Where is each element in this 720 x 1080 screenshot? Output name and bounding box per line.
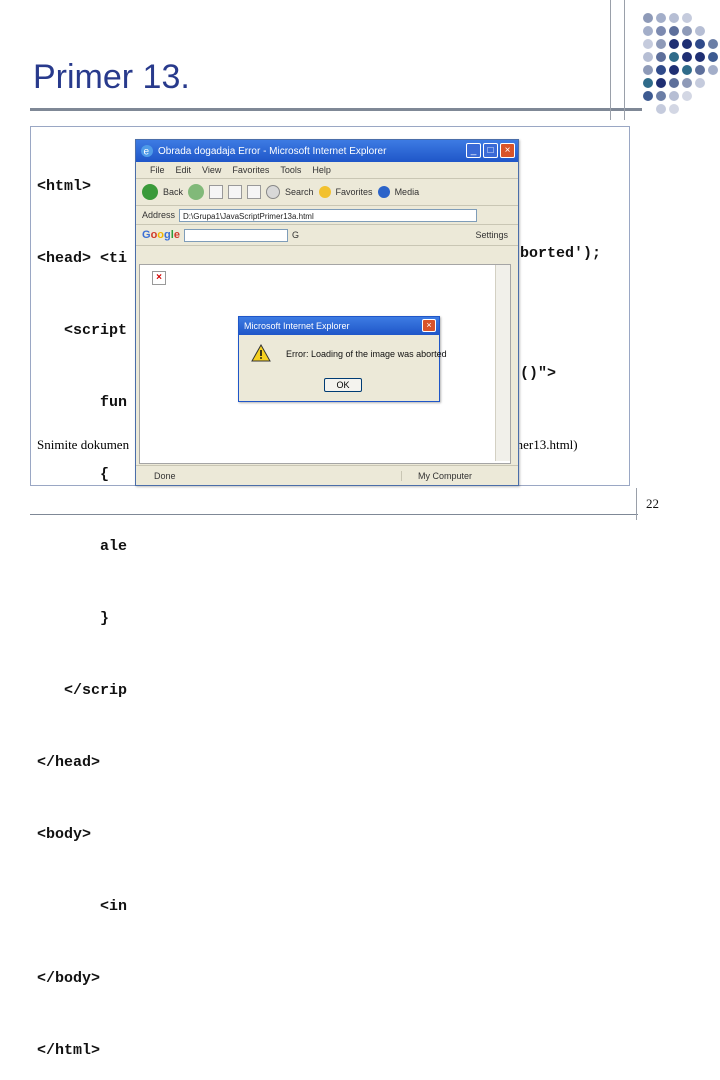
code-line: <head> <ti xyxy=(37,250,128,267)
alert-close-button[interactable]: × xyxy=(422,319,436,332)
menu-tools[interactable]: Tools xyxy=(280,165,301,175)
close-button[interactable]: × xyxy=(500,143,515,158)
google-go-button[interactable]: G xyxy=(292,230,299,240)
address-bar: Address D:\Grupa1\JavaScriptPrimer13a.ht… xyxy=(136,206,518,225)
ok-button[interactable]: OK xyxy=(324,378,362,392)
code-line: </head> xyxy=(37,754,101,771)
footer-vline xyxy=(636,488,637,520)
forward-arrow-icon[interactable] xyxy=(188,184,205,200)
stop-icon[interactable] xyxy=(209,185,224,199)
google-search-input[interactable] xyxy=(183,228,288,242)
code-line: <html> xyxy=(37,178,92,195)
back-button-label[interactable]: Back xyxy=(163,187,183,197)
title-underline xyxy=(30,108,642,111)
media-icon[interactable] xyxy=(377,186,390,198)
decor-vline-1 xyxy=(610,0,611,120)
alert-title: Microsoft Internet Explorer xyxy=(244,321,350,331)
home-icon[interactable] xyxy=(247,185,262,199)
decor-vline-2 xyxy=(624,0,625,120)
alert-dialog: Microsoft Internet Explorer × Error: Loa… xyxy=(238,316,447,402)
menu-help[interactable]: Help xyxy=(312,165,331,175)
code-line: </body> xyxy=(37,970,101,987)
code-img-fragment: ()"> xyxy=(520,365,557,382)
page-number: 22 xyxy=(646,496,659,511)
svg-text:e: e xyxy=(144,147,150,158)
address-input[interactable]: D:\Grupa1\JavaScriptPrimer13a.html xyxy=(179,208,478,222)
code-line: { xyxy=(37,466,110,483)
code-line: </html> xyxy=(37,1042,101,1059)
menu-bar: File Edit View Favorites Tools Help xyxy=(136,162,518,179)
code-line: </scrip xyxy=(37,682,128,699)
warning-icon xyxy=(251,344,271,362)
menu-favorites[interactable]: Favorites xyxy=(232,165,269,175)
decor-dot-grid xyxy=(640,12,720,122)
google-logo: Google xyxy=(142,229,180,241)
code-listing: <html> <head> <ti <script fun { ale } </… xyxy=(37,127,127,1080)
status-bar: Done My Computer xyxy=(136,465,518,485)
alert-message: Error: Loading of the image was aborted xyxy=(286,349,447,359)
caption-left: Snimite dokumen xyxy=(37,437,130,452)
menu-edit[interactable]: Edit xyxy=(176,165,192,175)
ie-titlebar: e Obrada dogadaja Error - Microsoft Inte… xyxy=(136,140,518,162)
address-label: Address xyxy=(142,210,176,220)
code-line: } xyxy=(37,610,110,627)
code-line: <in xyxy=(37,898,128,915)
code-line: <script xyxy=(37,322,128,339)
favorites-button-label[interactable]: Favorites xyxy=(336,187,373,197)
menu-view[interactable]: View xyxy=(202,165,221,175)
ie-window-title: Obrada dogadaja Error - Microsoft Intern… xyxy=(158,145,387,157)
code-alert-fragment: borted'); xyxy=(520,245,602,262)
status-done: Done xyxy=(154,470,176,481)
ie-logo-icon: e xyxy=(141,145,153,158)
google-settings-button[interactable]: Settings xyxy=(475,230,518,240)
back-arrow-icon[interactable] xyxy=(142,184,158,200)
code-line: ale xyxy=(37,538,128,555)
ie-window: e Obrada dogadaja Error - Microsoft Inte… xyxy=(135,139,519,486)
code-line: fun xyxy=(37,394,128,411)
search-button-label[interactable]: Search xyxy=(285,187,314,197)
code-line: <body> xyxy=(37,826,92,843)
slide-title: Primer 13. xyxy=(33,58,190,96)
refresh-icon[interactable] xyxy=(228,185,243,199)
maximize-button[interactable]: □ xyxy=(483,143,498,158)
caption-right: mer13.html) xyxy=(513,437,578,452)
alert-titlebar: Microsoft Internet Explorer × xyxy=(239,317,439,335)
status-zone: My Computer xyxy=(401,470,518,481)
favorites-star-icon[interactable] xyxy=(318,186,331,198)
vertical-scrollbar[interactable] xyxy=(495,265,510,461)
search-icon[interactable] xyxy=(266,185,281,199)
media-button-label[interactable]: Media xyxy=(395,187,420,197)
toolbar: Back Search Favorites Media xyxy=(136,179,518,206)
google-toolbar: Google G Settings xyxy=(136,225,518,246)
menu-file[interactable]: File xyxy=(150,165,165,175)
minimize-button[interactable]: _ xyxy=(466,143,481,158)
broken-image-icon: × xyxy=(152,271,166,285)
